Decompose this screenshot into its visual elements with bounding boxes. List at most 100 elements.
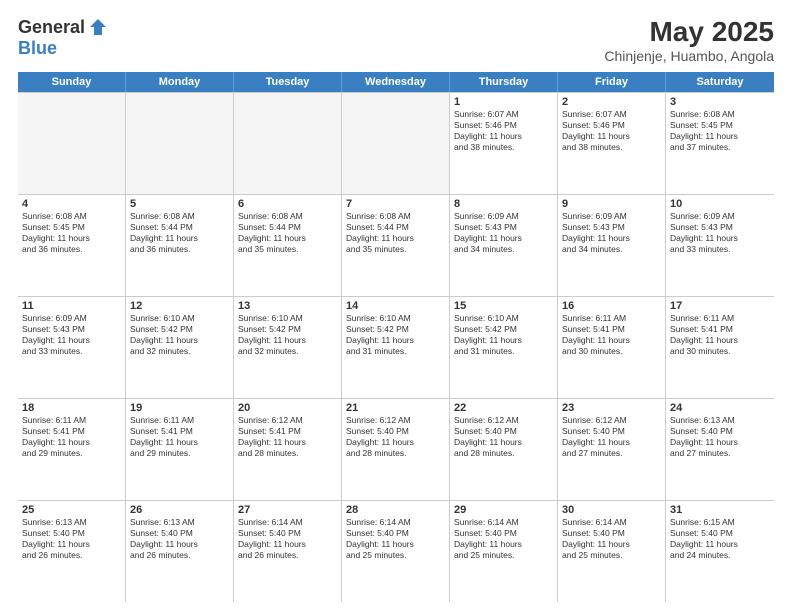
day-info: Sunrise: 6:09 AM Sunset: 5:43 PM Dayligh…: [454, 211, 553, 255]
day-cell-13: 13Sunrise: 6:10 AM Sunset: 5:42 PM Dayli…: [234, 297, 342, 398]
day-cell-26: 26Sunrise: 6:13 AM Sunset: 5:40 PM Dayli…: [126, 501, 234, 602]
header-day-friday: Friday: [558, 72, 666, 92]
day-number: 28: [346, 504, 445, 516]
calendar-week-5: 25Sunrise: 6:13 AM Sunset: 5:40 PM Dayli…: [18, 501, 774, 602]
day-cell-22: 22Sunrise: 6:12 AM Sunset: 5:40 PM Dayli…: [450, 399, 558, 500]
day-cell-15: 15Sunrise: 6:10 AM Sunset: 5:42 PM Dayli…: [450, 297, 558, 398]
day-number: 15: [454, 300, 553, 312]
day-info: Sunrise: 6:12 AM Sunset: 5:40 PM Dayligh…: [454, 415, 553, 459]
day-cell-21: 21Sunrise: 6:12 AM Sunset: 5:40 PM Dayli…: [342, 399, 450, 500]
header-day-wednesday: Wednesday: [342, 72, 450, 92]
day-info: Sunrise: 6:08 AM Sunset: 5:45 PM Dayligh…: [670, 109, 770, 153]
day-info: Sunrise: 6:09 AM Sunset: 5:43 PM Dayligh…: [670, 211, 770, 255]
day-number: 27: [238, 504, 337, 516]
day-number: 17: [670, 300, 770, 312]
empty-cell: [126, 93, 234, 194]
day-info: Sunrise: 6:10 AM Sunset: 5:42 PM Dayligh…: [238, 313, 337, 357]
day-cell-20: 20Sunrise: 6:12 AM Sunset: 5:41 PM Dayli…: [234, 399, 342, 500]
day-cell-28: 28Sunrise: 6:14 AM Sunset: 5:40 PM Dayli…: [342, 501, 450, 602]
calendar-week-4: 18 Sunrise: 6:11 AM Sunset: 5:41 PM Dayli…: [18, 399, 774, 501]
day-number: 9: [562, 198, 661, 210]
day-cell-3: 3Sunrise: 6:08 AM Sunset: 5:45 PM Daylig…: [666, 93, 774, 194]
day-info: Sunrise: 6:11 AM Sunset: 5:41 PM Dayligh…: [562, 313, 661, 357]
header-day-saturday: Saturday: [666, 72, 774, 92]
day-cell-29: 29Sunrise: 6:14 AM Sunset: 5:40 PM Dayli…: [450, 501, 558, 602]
day-cell-27: 27Sunrise: 6:14 AM Sunset: 5:40 PM Dayli…: [234, 501, 342, 602]
day-cell-11: 11Sunrise: 6:09 AM Sunset: 5:43 PM Dayli…: [18, 297, 126, 398]
day-cell-4: 4Sunrise: 6:08 AM Sunset: 5:45 PM Daylig…: [18, 195, 126, 296]
day-number: 26: [130, 504, 229, 516]
empty-cell: [234, 93, 342, 194]
day-info: Sunrise: 6:13 AM Sunset: 5:40 PM Dayligh…: [670, 415, 770, 459]
day-number: 7: [346, 198, 445, 210]
day-cell-5: 5Sunrise: 6:08 AM Sunset: 5:44 PM Daylig…: [126, 195, 234, 296]
day-info: Sunrise: 6:12 AM Sunset: 5:40 PM Dayligh…: [346, 415, 445, 459]
day-cell-8: 8Sunrise: 6:09 AM Sunset: 5:43 PM Daylig…: [450, 195, 558, 296]
day-info: Sunrise: 6:14 AM Sunset: 5:40 PM Dayligh…: [454, 517, 553, 561]
logo: General Blue: [18, 16, 109, 59]
day-cell-17: 17Sunrise: 6:11 AM Sunset: 5:41 PM Dayli…: [666, 297, 774, 398]
day-cell-6: 6Sunrise: 6:08 AM Sunset: 5:44 PM Daylig…: [234, 195, 342, 296]
day-cell-23: 23Sunrise: 6:12 AM Sunset: 5:40 PM Dayli…: [558, 399, 666, 500]
day-number: 19: [130, 402, 229, 414]
day-info: Sunrise: 6:08 AM Sunset: 5:45 PM Dayligh…: [22, 211, 121, 255]
day-number: 16: [562, 300, 661, 312]
day-info: Sunrise: 6:09 AM Sunset: 5:43 PM Dayligh…: [22, 313, 121, 357]
month-title: May 2025: [604, 16, 774, 48]
day-number: 24: [670, 402, 770, 414]
empty-cell: [342, 93, 450, 194]
day-number: 11: [22, 300, 121, 312]
day-number: 20: [238, 402, 337, 414]
day-info: Sunrise: 6:07 AM Sunset: 5:46 PM Dayligh…: [454, 109, 553, 153]
logo-general-text: General: [18, 17, 85, 38]
day-cell-18: 18Sunrise: 6:11 AM Sunset: 5:41 PM Dayli…: [18, 399, 126, 500]
empty-cell: [18, 93, 126, 194]
day-info: Sunrise: 6:14 AM Sunset: 5:40 PM Dayligh…: [238, 517, 337, 561]
day-info: Sunrise: 6:10 AM Sunset: 5:42 PM Dayligh…: [346, 313, 445, 357]
day-info: Sunrise: 6:08 AM Sunset: 5:44 PM Dayligh…: [238, 211, 337, 255]
day-cell-7: 7Sunrise: 6:08 AM Sunset: 5:44 PM Daylig…: [342, 195, 450, 296]
day-info: Sunrise: 6:11 AM Sunset: 5:41 PM Dayligh…: [130, 415, 229, 459]
day-number: 22: [454, 402, 553, 414]
day-info: Sunrise: 6:14 AM Sunset: 5:40 PM Dayligh…: [346, 517, 445, 561]
header: General Blue May 2025 Chinjenje, Huambo,…: [18, 16, 774, 64]
day-cell-24: 24Sunrise: 6:13 AM Sunset: 5:40 PM Dayli…: [666, 399, 774, 500]
day-info: Sunrise: 6:15 AM Sunset: 5:40 PM Dayligh…: [670, 517, 770, 561]
day-cell-1: 1Sunrise: 6:07 AM Sunset: 5:46 PM Daylig…: [450, 93, 558, 194]
day-number: 31: [670, 504, 770, 516]
day-info: Sunrise: 6:09 AM Sunset: 5:43 PM Dayligh…: [562, 211, 661, 255]
day-number: 1: [454, 96, 553, 108]
day-info: Sunrise: 6:14 AM Sunset: 5:40 PM Dayligh…: [562, 517, 661, 561]
day-cell-30: 30Sunrise: 6:14 AM Sunset: 5:40 PM Dayli…: [558, 501, 666, 602]
page: General Blue May 2025 Chinjenje, Huambo,…: [0, 0, 792, 612]
calendar-header: SundayMondayTuesdayWednesdayThursdayFrid…: [18, 72, 774, 92]
day-number: 18: [22, 402, 121, 414]
day-number: 5: [130, 198, 229, 210]
day-number: 13: [238, 300, 337, 312]
day-cell-14: 14Sunrise: 6:10 AM Sunset: 5:42 PM Dayli…: [342, 297, 450, 398]
header-day-tuesday: Tuesday: [234, 72, 342, 92]
day-number: 4: [22, 198, 121, 210]
day-cell-2: 2Sunrise: 6:07 AM Sunset: 5:46 PM Daylig…: [558, 93, 666, 194]
calendar-week-1: 1Sunrise: 6:07 AM Sunset: 5:46 PM Daylig…: [18, 93, 774, 195]
header-day-thursday: Thursday: [450, 72, 558, 92]
logo-icon: [87, 16, 109, 38]
day-number: 10: [670, 198, 770, 210]
day-info: Sunrise: 6:13 AM Sunset: 5:40 PM Dayligh…: [22, 517, 121, 561]
location: Chinjenje, Huambo, Angola: [604, 48, 774, 64]
day-number: 21: [346, 402, 445, 414]
logo-blue-text: Blue: [18, 38, 57, 59]
calendar: SundayMondayTuesdayWednesdayThursdayFrid…: [18, 72, 774, 602]
calendar-body: 1Sunrise: 6:07 AM Sunset: 5:46 PM Daylig…: [18, 92, 774, 602]
day-cell-12: 12Sunrise: 6:10 AM Sunset: 5:42 PM Dayli…: [126, 297, 234, 398]
day-number: 12: [130, 300, 229, 312]
day-cell-10: 10Sunrise: 6:09 AM Sunset: 5:43 PM Dayli…: [666, 195, 774, 296]
day-number: 8: [454, 198, 553, 210]
day-info: Sunrise: 6:07 AM Sunset: 5:46 PM Dayligh…: [562, 109, 661, 153]
title-section: May 2025 Chinjenje, Huambo, Angola: [604, 16, 774, 64]
day-number: 29: [454, 504, 553, 516]
day-number: 23: [562, 402, 661, 414]
day-info: Sunrise: 6:12 AM Sunset: 5:40 PM Dayligh…: [562, 415, 661, 459]
day-info: Sunrise: 6:11 AM Sunset: 5:41 PM Dayligh…: [670, 313, 770, 357]
day-info: Sunrise: 6:10 AM Sunset: 5:42 PM Dayligh…: [130, 313, 229, 357]
